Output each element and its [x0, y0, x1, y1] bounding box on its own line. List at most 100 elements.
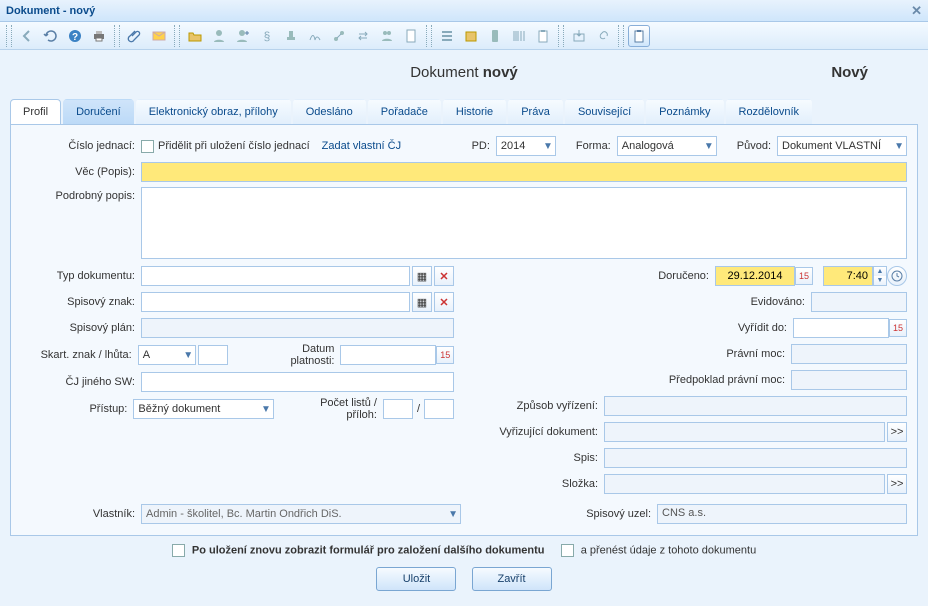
phone-icon[interactable]: [484, 25, 506, 47]
input-skart-lhuta[interactable]: [198, 345, 228, 365]
footer-options: Po uložení znovu zobrazit formulář pro z…: [0, 536, 928, 561]
tab-odeslano[interactable]: Odesláno: [293, 99, 366, 124]
label-puvod: Původ:: [737, 140, 777, 152]
mail-icon[interactable]: [148, 25, 170, 47]
tab-historie[interactable]: Historie: [443, 99, 506, 124]
label-pocet-listu: Počet listů / příloh:: [293, 397, 383, 421]
input-vec[interactable]: [141, 162, 907, 182]
tab-profil[interactable]: Profil: [10, 99, 61, 124]
tab-prava[interactable]: Práva: [508, 99, 563, 124]
label-spisovy-uzel: Spisový uzel:: [586, 508, 657, 520]
swap-icon[interactable]: [352, 25, 374, 47]
link-zadat-cj[interactable]: Zadat vlastní ČJ: [322, 140, 401, 152]
label-podrobny-popis: Podrobný popis:: [21, 187, 141, 202]
label-forma: Forma:: [576, 140, 617, 152]
clock-now-icon[interactable]: [887, 266, 907, 286]
section-icon[interactable]: §: [256, 25, 278, 47]
field-vyriz-dokument: [604, 422, 885, 442]
checkbox-pridelit-cj[interactable]: [141, 140, 154, 153]
checkbox-prenest-udaje[interactable]: [561, 544, 574, 557]
share-icon[interactable]: [328, 25, 350, 47]
calendar-doruceno-icon[interactable]: 15: [795, 267, 813, 285]
label-cj-sw: ČJ jiného SW:: [21, 376, 141, 388]
input-datum-platnosti[interactable]: [340, 345, 436, 365]
close-button[interactable]: Zavřít: [472, 567, 552, 591]
more-slozka[interactable]: >>: [887, 474, 907, 494]
clipboard-icon[interactable]: [532, 25, 554, 47]
combo-pd[interactable]: 2014▼: [496, 136, 556, 156]
closed-folder-icon[interactable]: [460, 25, 482, 47]
combo-forma[interactable]: Analogová▼: [617, 136, 717, 156]
save-button[interactable]: Uložit: [376, 567, 456, 591]
input-vyridit-do[interactable]: [793, 318, 889, 338]
label-predpoklad-pm: Předpoklad právní moc:: [474, 374, 791, 386]
input-cj-sw[interactable]: [141, 372, 454, 392]
page-heading: Dokument nový Nový: [0, 50, 928, 99]
label-typ-dokumentu: Typ dokumentu:: [21, 270, 141, 282]
input-doruceno-date[interactable]: [715, 266, 795, 286]
label-pravni-moc: Právní moc:: [474, 348, 791, 360]
list-icon[interactable]: [436, 25, 458, 47]
field-spisovy-plan: [141, 318, 454, 338]
input-typ-dokumentu[interactable]: [141, 266, 410, 286]
close-icon[interactable]: ✕: [911, 3, 922, 19]
spinner-time[interactable]: ▲▼: [873, 266, 887, 286]
combo-puvod[interactable]: Dokument VLASTNÍ▼: [777, 136, 907, 156]
window-title: Dokument - nový: [6, 5, 95, 17]
status-label: Nový: [831, 64, 868, 81]
more-vyriz-dokument[interactable]: >>: [887, 422, 907, 442]
titlebar: Dokument - nový ✕: [0, 0, 928, 22]
link-icon[interactable]: [592, 25, 614, 47]
input-pocet-listu[interactable]: [383, 399, 413, 419]
back-icon[interactable]: [16, 25, 38, 47]
toolbar: ? §: [0, 22, 928, 50]
label-datum-platnosti: Datum platnosti:: [257, 343, 340, 367]
person-icon[interactable]: [208, 25, 230, 47]
textarea-podrobny-popis[interactable]: [141, 187, 907, 259]
field-slozka: [604, 474, 885, 494]
input-pocet-priloh[interactable]: [424, 399, 454, 419]
tab-poradace[interactable]: Pořadače: [368, 99, 441, 124]
label-vyridit-do: Vyřídit do:: [474, 322, 793, 334]
label-evidovano: Evidováno:: [474, 296, 811, 308]
refresh-icon[interactable]: [40, 25, 62, 47]
paste-icon[interactable]: [628, 25, 650, 47]
combo-skart-znak[interactable]: A▼: [138, 345, 196, 365]
sign-icon[interactable]: [304, 25, 326, 47]
lookup-spisovy-znak[interactable]: ▦: [412, 292, 432, 312]
group-icon[interactable]: [376, 25, 398, 47]
label-spis: Spis:: [474, 452, 604, 464]
calendar-datum-platnosti-icon[interactable]: 15: [436, 346, 454, 364]
input-spisovy-znak[interactable]: [141, 292, 410, 312]
stamp-icon[interactable]: [280, 25, 302, 47]
checkbox-znovu-zobrazit[interactable]: [172, 544, 185, 557]
label-pristup: Přístup:: [21, 403, 133, 415]
export-icon[interactable]: [568, 25, 590, 47]
print-icon[interactable]: [88, 25, 110, 47]
person-add-icon[interactable]: [232, 25, 254, 47]
tab-doruceni[interactable]: Doručení: [63, 99, 134, 124]
tab-rozdelovnik[interactable]: Rozdělovník: [726, 99, 813, 124]
lookup-typ-dokumentu[interactable]: ▦: [412, 266, 432, 286]
calendar-vyridit-icon[interactable]: 15: [889, 319, 907, 337]
field-predpoklad-pm: [791, 370, 907, 390]
clear-typ-dokumentu[interactable]: ✕: [434, 266, 454, 286]
label-pridelit: Přidělit při uložení číslo jednací: [158, 140, 310, 152]
label-doruceno: Doručeno:: [474, 270, 715, 282]
help-icon[interactable]: ?: [64, 25, 86, 47]
profil-panel: Číslo jednací: Přidělit při uložení čísl…: [10, 125, 918, 536]
folder-icon[interactable]: [184, 25, 206, 47]
svg-text:?: ?: [72, 32, 78, 43]
doc-icon[interactable]: [400, 25, 422, 47]
label-pd: PD:: [472, 140, 496, 152]
attach-icon[interactable]: [124, 25, 146, 47]
combo-pristup[interactable]: Běžný dokument▼: [133, 399, 273, 419]
label-slozka: Složka:: [474, 478, 604, 490]
tab-eobraz[interactable]: Elektronický obraz, přílohy: [136, 99, 291, 124]
tab-souvisejici[interactable]: Související: [565, 99, 644, 124]
barcode-icon[interactable]: [508, 25, 530, 47]
clear-spisovy-znak[interactable]: ✕: [434, 292, 454, 312]
input-doruceno-time[interactable]: [823, 266, 873, 286]
tab-poznamky[interactable]: Poznámky: [646, 99, 723, 124]
combo-vlastnik[interactable]: Admin - školitel, Bc. Martin Ondřich DiS…: [141, 504, 461, 524]
